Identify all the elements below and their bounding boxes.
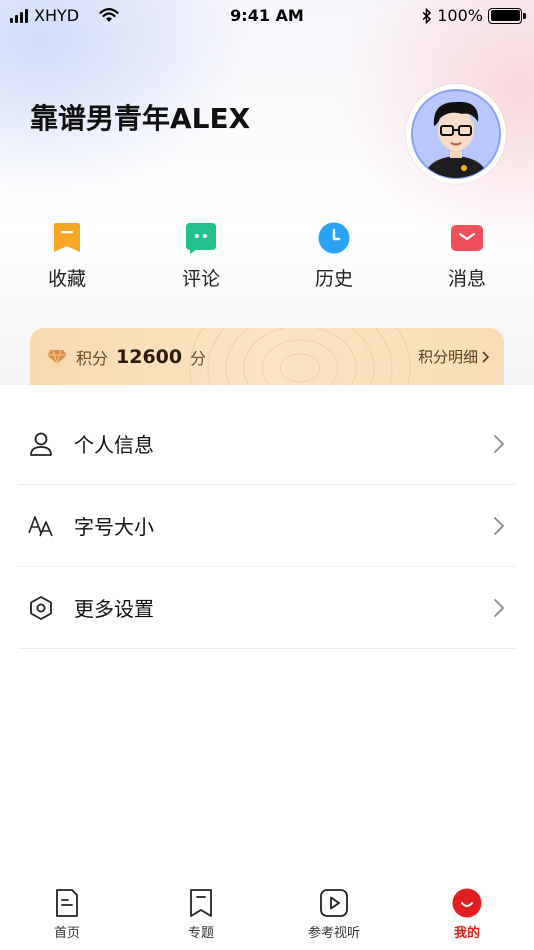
quick-action-favorites[interactable]: 收藏 [22, 222, 112, 291]
tab-topics[interactable]: 专题 [156, 888, 246, 941]
points-unit: 分 [190, 349, 207, 368]
quick-action-label: 收藏 [47, 268, 86, 290]
username: 靠谱男青年ALEX [30, 102, 251, 135]
quick-action-messages[interactable]: 消息 [422, 222, 512, 291]
hexagon-settings-icon [30, 595, 52, 620]
quick-action-label: 评论 [181, 268, 220, 290]
settings-list: 个人信息 字号大小 更多设置 [18, 403, 516, 649]
points-card[interactable]: 积分 12600 分 积分明细 [30, 328, 504, 385]
comment-icon [186, 223, 216, 254]
battery-icon [488, 7, 526, 24]
tab-home[interactable]: 首页 [22, 888, 112, 941]
quick-action-comments[interactable]: 评论 [156, 222, 246, 291]
quick-action-label: 历史 [314, 268, 353, 290]
tab-label: 我的 [453, 926, 480, 941]
settings-row-label: 字号大小 [74, 515, 154, 539]
quick-actions: 收藏 评论 历史 消息 [0, 222, 534, 302]
avatar-image [411, 89, 501, 179]
quick-action-label: 消息 [447, 268, 486, 290]
points-detail-link[interactable]: 积分明细 [418, 346, 490, 367]
points-detail-label: 积分明细 [417, 348, 478, 366]
bluetooth-icon [422, 7, 432, 24]
chevron-right-icon [494, 516, 504, 535]
bottom-tab-bar: 首页 专题 参考视听 我的 [0, 880, 534, 950]
settings-row-label: 个人信息 [74, 433, 154, 457]
settings-row-font-size[interactable]: 字号大小 [18, 485, 516, 567]
bookmark-icon [54, 223, 80, 252]
card-decoration [189, 328, 411, 385]
document-icon [56, 889, 78, 917]
chevron-right-icon [482, 351, 490, 362]
smile-icon [452, 888, 482, 918]
mail-icon [451, 225, 483, 251]
tab-label: 参考视听 [307, 926, 360, 941]
clock-icon [318, 222, 350, 254]
bookmark-outline-icon [190, 889, 212, 917]
status-bar: XHYD 9:41 AM 100% [0, 0, 534, 32]
font-size-icon [28, 515, 53, 536]
tab-label: 专题 [187, 926, 214, 941]
points-label: 积分 [76, 349, 109, 368]
tab-label: 首页 [53, 926, 80, 941]
quick-action-history[interactable]: 历史 [289, 222, 379, 291]
diamond-icon [47, 349, 67, 365]
settings-row-profile-info[interactable]: 个人信息 [18, 403, 516, 485]
chevron-right-icon [494, 598, 504, 617]
chevron-right-icon [494, 434, 504, 453]
battery-percentage: 100% [437, 6, 483, 25]
tab-media[interactable]: 参考视听 [289, 888, 379, 941]
tab-mine[interactable]: 我的 [422, 888, 512, 941]
avatar[interactable] [406, 84, 506, 184]
person-icon [30, 432, 52, 456]
points-value: 12600 [116, 346, 183, 368]
play-icon [320, 889, 348, 917]
settings-row-more-settings[interactable]: 更多设置 [18, 567, 516, 649]
settings-row-label: 更多设置 [74, 597, 154, 621]
